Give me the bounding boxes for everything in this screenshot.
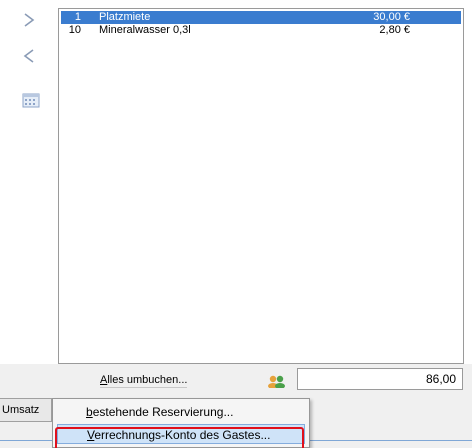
menu-item-label: Verrechnungs-Konto des Gastes... bbox=[87, 428, 271, 442]
list-item[interactable]: 1 Platzmiete 30,00 € bbox=[61, 11, 461, 24]
tab-umsatz[interactable]: Umsatz bbox=[0, 398, 52, 422]
item-price: 2,80 € bbox=[379, 24, 410, 36]
booking-items-list[interactable]: 1 Platzmiete 30,00 € 10 Mineralwasser 0,… bbox=[58, 8, 464, 364]
menu-item-guest-account[interactable]: Verrechnungs-Konto des Gastes... bbox=[57, 424, 305, 444]
total-field: 86,00 bbox=[297, 368, 463, 390]
chevron-left-icon[interactable] bbox=[22, 48, 36, 64]
menu-item-label: bestehende Reservierung... bbox=[86, 405, 234, 419]
menu-item-existing-reservation[interactable]: bestehende Reservierung... bbox=[57, 402, 305, 422]
move-all-button[interactable]: Alles umbuchen... bbox=[100, 372, 188, 388]
item-price: 30,00 € bbox=[373, 11, 410, 23]
item-quantity: 10 bbox=[68, 24, 81, 36]
left-toolbar bbox=[0, 0, 56, 400]
context-menu: bestehende Reservierung... Verrechnungs-… bbox=[52, 398, 310, 448]
item-name: Platzmiete bbox=[99, 11, 151, 23]
item-name: Mineralwasser 0,3l bbox=[99, 24, 191, 36]
chevron-right-icon[interactable] bbox=[22, 12, 36, 28]
calendar-icon[interactable] bbox=[22, 93, 40, 108]
list-item[interactable]: 10 Mineralwasser 0,3l 2,80 € bbox=[61, 24, 461, 37]
item-quantity: 1 bbox=[74, 11, 81, 23]
guests-icon[interactable] bbox=[267, 374, 287, 388]
